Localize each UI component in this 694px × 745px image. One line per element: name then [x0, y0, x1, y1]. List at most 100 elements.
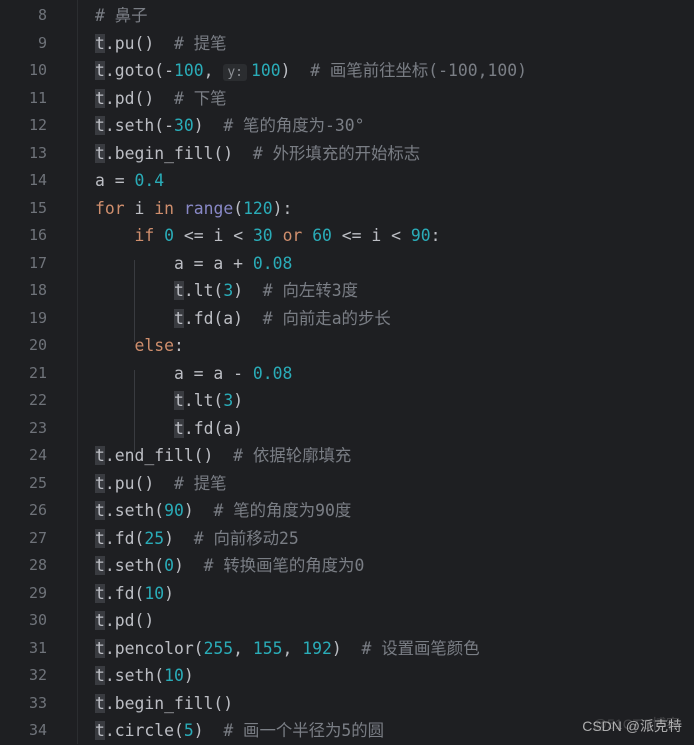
code-text: t.circle(5) # 画一个半径为5的圆: [95, 717, 384, 745]
code-token: .fd(a): [183, 308, 263, 328]
code-line[interactable]: 15 for i in range(120):: [0, 195, 694, 223]
code-text: t.fd(10): [95, 580, 174, 608]
code-text: if 0 <= i < 30 or 60 <= i < 90:: [95, 222, 440, 250]
code-line[interactable]: 9 t.pu() # 提笔: [0, 30, 694, 58]
code-line[interactable]: 26 t.seth(90) # 笔的角度为90度: [0, 497, 694, 525]
code-line[interactable]: 33 t.begin_fill(): [0, 690, 694, 718]
code-text: t.begin_fill() # 外形填充的开始标志: [95, 140, 420, 168]
number-token: 5: [183, 721, 194, 740]
code-text: t.seth(90) # 笔的角度为90度: [95, 497, 351, 525]
line-number: 24: [28, 446, 47, 464]
code-line[interactable]: 23 t.fd(a): [0, 415, 694, 443]
code-line[interactable]: 24 t.end_fill() # 依据轮廓填充: [0, 442, 694, 470]
number-token: 10: [144, 583, 165, 603]
code-token: .seth(-: [104, 116, 174, 135]
code-line[interactable]: 12 t.seth(-30) # 笔的角度为-30°: [0, 112, 694, 140]
code-token: .fd(a): [183, 418, 244, 438]
turtle-token: t: [95, 583, 105, 603]
code-text: t.pu() # 提笔: [95, 470, 226, 498]
number-token: 60: [312, 226, 332, 245]
code-line[interactable]: 30 t.pd(): [0, 607, 694, 635]
comment-token: # 向前走a的步长: [262, 308, 391, 328]
turtle-token: t: [95, 611, 105, 630]
comment-token: # 下笔: [173, 88, 227, 108]
line-number: 19: [28, 308, 47, 327]
turtle-token: t: [173, 281, 184, 300]
line-number: 9: [37, 33, 47, 52]
code-line[interactable]: 22 t.lt(3): [0, 387, 694, 415]
code-line[interactable]: 14 a = 0.4: [0, 167, 694, 195]
keyword-token: for: [95, 198, 125, 218]
line-number: 20: [28, 336, 47, 354]
turtle-token: t: [95, 528, 105, 548]
line-number: 11: [28, 88, 47, 107]
code-token: .goto(-: [104, 61, 174, 80]
code-line[interactable]: 20 else:: [0, 332, 694, 360]
code-line[interactable]: 27 t.fd(25) # 向前移动25: [0, 525, 694, 553]
code-token: ,: [282, 638, 303, 658]
code-token: ): [193, 721, 224, 740]
code-editor[interactable]: 8 # 鼻子 9 t.pu() # 提笔 10 t.goto(-100, y: 100) #…: [0, 2, 694, 745]
code-text: a = a + 0.08: [95, 250, 292, 278]
code-token: .seth(: [104, 556, 165, 575]
code-token: .pd(): [104, 88, 174, 108]
line-number: 8: [37, 6, 47, 24]
code-line[interactable]: 25 t.pu() # 提笔: [0, 470, 694, 498]
code-token: <= i <: [173, 226, 253, 245]
code-line[interactable]: 18 t.lt(3) # 向左转3度: [0, 277, 694, 305]
code-text: for i in range(120):: [95, 195, 292, 223]
number-token: 100: [250, 61, 281, 80]
code-token: i: [124, 198, 155, 218]
number-token: 0.08: [252, 363, 293, 383]
code-line[interactable]: 19 t.fd(a) # 向前走a的步长: [0, 305, 694, 333]
code-token: .pencolor(: [104, 638, 204, 658]
line-number: 17: [28, 253, 47, 272]
comment-token: # 笔的角度为-30°: [223, 116, 365, 135]
turtle-token: t: [95, 721, 105, 740]
turtle-token: t: [95, 473, 105, 493]
keyword-token: else: [134, 336, 174, 355]
comment-token: # 笔的角度为90度: [213, 501, 352, 520]
code-text: t.pencolor(255, 155, 192) # 设置画笔颜色: [95, 635, 480, 663]
turtle-token: t: [95, 116, 105, 135]
turtle-token: t: [95, 61, 105, 80]
number-token: 255: [203, 638, 234, 658]
watermark: CSDN @派克特: [582, 718, 682, 734]
code-line[interactable]: 29 t.fd(10): [0, 580, 694, 608]
turtle-token: t: [95, 88, 105, 108]
number-token: 90: [164, 501, 184, 520]
turtle-token: t: [95, 446, 105, 465]
code-token: .fd(: [104, 583, 145, 603]
code-line[interactable]: 32 t.seth(10): [0, 662, 694, 690]
number-token: 30: [173, 116, 194, 135]
turtle-token: t: [95, 556, 105, 575]
code-line[interactable]: 31 t.pencolor(255, 155, 192) # 设置画笔颜色: [0, 635, 694, 663]
code-line[interactable]: 8 # 鼻子: [0, 2, 694, 30]
line-number: 31: [28, 638, 47, 657]
number-token: 90: [410, 226, 431, 245]
code-token: .lt(: [183, 281, 224, 300]
number-token: 3: [223, 391, 234, 410]
turtle-token: t: [95, 501, 105, 520]
code-line[interactable]: 28 t.seth(0) # 转换画笔的角度为0: [0, 552, 694, 580]
code-token: .begin_fill(): [104, 693, 234, 713]
code-line[interactable]: 16 if 0 <= i < 30 or 60 <= i < 90:: [0, 222, 694, 250]
comment-token: # 依据轮廓填充: [233, 446, 352, 465]
code-line[interactable]: 17 a = a + 0.08: [0, 250, 694, 278]
code-line[interactable]: 10 t.goto(-100, y: 100) # 画笔前往坐标(-100,100): [0, 57, 694, 85]
line-number: 21: [28, 363, 47, 382]
code-line[interactable]: 13 t.begin_fill() # 外形填充的开始标志: [0, 140, 694, 168]
turtle-token: t: [95, 666, 105, 685]
line-number: 30: [28, 611, 47, 629]
code-token: ): [164, 528, 194, 548]
code-line[interactable]: 21 a = a - 0.08: [0, 360, 694, 388]
code-token: ): [233, 391, 244, 410]
number-token: 100: [173, 61, 204, 80]
number-token: 0: [164, 226, 174, 245]
code-line[interactable]: 11 t.pd() # 下笔: [0, 85, 694, 113]
line-number: 32: [28, 666, 47, 684]
